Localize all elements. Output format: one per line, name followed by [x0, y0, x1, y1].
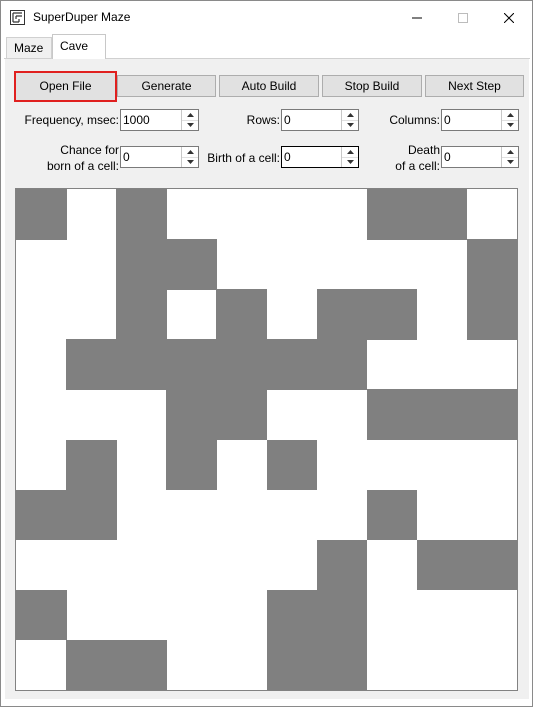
spin-down-icon[interactable] [182, 157, 198, 167]
cave-wall-cell [266, 589, 318, 641]
tab-cave[interactable]: Cave [52, 34, 106, 59]
cave-wall-cell [366, 489, 418, 541]
cave-wall-cell [466, 539, 517, 591]
chance-born-value: 0 [123, 150, 130, 164]
cave-wall-cell [366, 389, 418, 440]
stop-build-button[interactable]: Stop Build [322, 75, 422, 97]
chance-born-label-line1: Chance for [60, 143, 119, 157]
cave-wall-cell [66, 339, 117, 390]
cave-wall-cell [166, 389, 217, 440]
cave-wall-cell [416, 539, 468, 591]
spin-down-icon[interactable] [502, 120, 518, 130]
spin-down-icon[interactable] [342, 120, 358, 130]
title-bar[interactable]: SuperDuper Maze [1, 1, 532, 34]
close-button[interactable] [486, 1, 532, 34]
tab-maze[interactable]: Maze [6, 37, 52, 58]
rows-label: Rows: [246, 113, 280, 127]
cave-wall-cell [466, 289, 517, 340]
death-spinbox[interactable]: 0 [441, 146, 519, 168]
cave-wall-cell [366, 289, 418, 340]
cave-wall-cell [166, 239, 217, 290]
cave-wall-cell [266, 339, 318, 390]
cave-wall-cell [216, 339, 267, 390]
cave-wall-cell [316, 339, 368, 390]
columns-value: 0 [444, 113, 451, 127]
rows-spinbox[interactable]: 0 [281, 109, 359, 131]
cave-wall-cell [116, 189, 167, 240]
cave-wall-cell [66, 639, 117, 690]
cave-wall-cell [116, 239, 167, 290]
maximize-button[interactable] [440, 1, 486, 34]
cave-wall-cell [216, 289, 267, 340]
birth-value: 0 [284, 150, 291, 164]
death-label-line1: Death [407, 143, 440, 157]
close-icon [504, 12, 514, 23]
cave-wall-cell [466, 389, 517, 440]
cave-canvas[interactable] [15, 188, 518, 691]
cave-wall-cell [266, 439, 318, 491]
spin-down-icon[interactable] [502, 157, 518, 167]
cave-wall-cell [416, 189, 468, 240]
cave-wall-cell [166, 339, 217, 390]
cave-wall-cell [16, 189, 67, 240]
cave-wall-cell [316, 589, 368, 641]
spin-down-icon[interactable] [342, 157, 358, 167]
cave-wall-cell [316, 539, 368, 591]
columns-label: Columns: [389, 113, 440, 127]
chance-born-label-line2: born of a cell: [46, 159, 119, 173]
cave-wall-cell [266, 639, 318, 690]
cave-wall-cell [166, 439, 217, 491]
columns-spinbox[interactable]: 0 [441, 109, 519, 131]
cave-wall-cell [16, 589, 67, 641]
cave-wall-cell [466, 239, 517, 290]
death-value: 0 [444, 150, 451, 164]
cave-wall-cell [66, 439, 117, 491]
frequency-value: 1000 [123, 113, 150, 127]
minimize-button[interactable] [394, 1, 440, 34]
tab-bar: Maze Cave [1, 34, 532, 59]
generate-button[interactable]: Generate [117, 75, 216, 97]
spin-down-icon[interactable] [182, 120, 198, 130]
cave-wall-cell [416, 389, 468, 440]
maze-app-icon [10, 10, 25, 25]
cave-wall-cell [116, 639, 167, 690]
chance-born-spinbox[interactable]: 0 [120, 146, 199, 168]
window-title: SuperDuper Maze [33, 10, 131, 24]
cave-wall-cell [116, 339, 167, 390]
death-label-line2: of a cell: [395, 159, 440, 173]
cave-wall-cell [366, 189, 418, 240]
next-step-button[interactable]: Next Step [425, 75, 524, 97]
cave-wall-cell [16, 489, 67, 541]
maximize-icon [458, 12, 468, 23]
cave-wall-cell [316, 639, 368, 690]
frequency-label: Frequency, msec: [24, 113, 119, 127]
birth-label: Birth of a cell: [207, 151, 280, 165]
cave-wall-cell [316, 289, 368, 340]
cave-wall-cell [116, 289, 167, 340]
frequency-spinbox[interactable]: 1000 [120, 109, 199, 131]
minimize-icon [412, 17, 422, 18]
rows-value: 0 [284, 113, 291, 127]
cave-wall-cell [216, 389, 267, 440]
cave-wall-cell [66, 489, 117, 541]
birth-spinbox[interactable]: 0 [281, 146, 359, 168]
auto-build-button[interactable]: Auto Build [219, 75, 319, 97]
open-file-button[interactable]: Open File [14, 71, 117, 102]
